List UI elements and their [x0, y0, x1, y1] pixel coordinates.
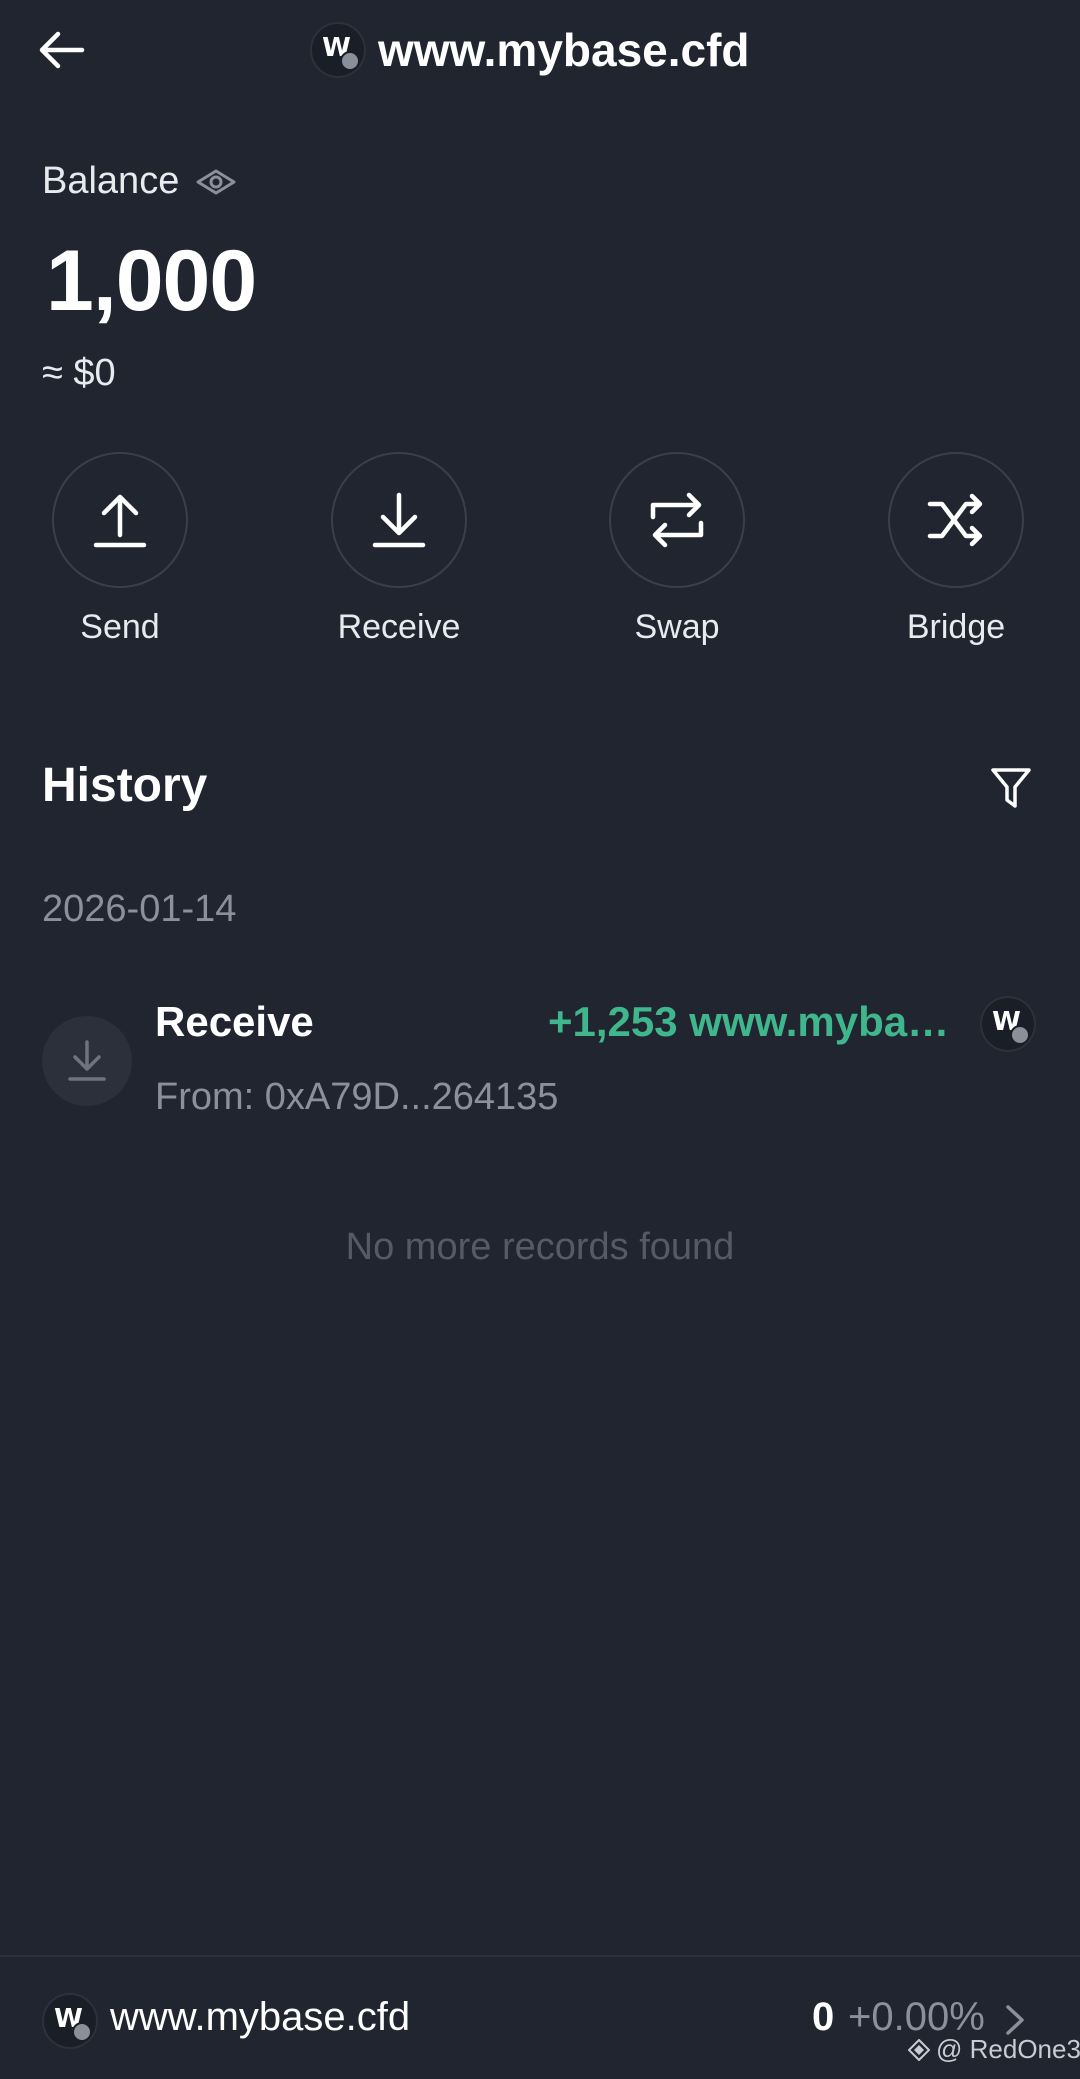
- send-button[interactable]: Send: [20, 450, 220, 647]
- transaction-type-icon: [42, 1016, 132, 1106]
- eye-icon[interactable]: [195, 167, 237, 197]
- send-button-circle[interactable]: [52, 452, 188, 588]
- transaction-row[interactable]: Receive +1,253 www.mybase.cfd W From: 0x…: [0, 990, 1080, 1130]
- watermark: @ RedOne3: [908, 2034, 1080, 2065]
- download-arrow-icon: [68, 1040, 106, 1081]
- bridge-button[interactable]: Bridge: [856, 450, 1056, 647]
- receive-button-circle[interactable]: [331, 452, 467, 588]
- download-arrow-icon: [372, 492, 426, 548]
- token-logo-badge: [340, 51, 360, 71]
- action-buttons: Send Receive Swap Bridge: [0, 450, 1080, 650]
- footer-token-logo: W: [42, 1993, 98, 2049]
- balance-amount: 1,000: [46, 233, 257, 329]
- receive-label: Receive: [337, 608, 461, 646]
- back-button[interactable]: [38, 28, 86, 72]
- bridge-label: Bridge: [906, 608, 1006, 646]
- filter-icon: [991, 768, 1031, 808]
- header-title-group: W www.mybase.cfd: [310, 20, 750, 80]
- arrow-left-icon: [39, 31, 85, 69]
- swap-button[interactable]: Swap: [577, 450, 777, 647]
- receive-button[interactable]: Receive: [299, 450, 499, 647]
- end-of-list-text: No more records found: [345, 1226, 735, 1268]
- transaction-token-logo: W: [980, 996, 1036, 1052]
- transaction-amount: +1,253 www.mybase.cfd: [548, 998, 958, 1045]
- shuffle-icon: [927, 493, 983, 547]
- balance-label-row: Balance: [42, 160, 237, 203]
- token-logo: W: [310, 22, 366, 78]
- balance-fiat-value: ≈ $0: [42, 352, 116, 394]
- chevron-right-icon: [1006, 2005, 1024, 2035]
- balance-label: Balance: [42, 160, 180, 202]
- page-title: www.mybase.cfd: [378, 24, 750, 76]
- send-label: Send: [80, 608, 160, 646]
- bridge-button-circle[interactable]: [888, 452, 1024, 588]
- history-title: History: [42, 759, 208, 812]
- footer-token-name: www.mybase.cfd: [110, 1995, 411, 2039]
- upload-arrow-icon: [93, 494, 147, 548]
- history-date: 2026-01-14: [42, 888, 237, 930]
- swap-button-circle[interactable]: [609, 452, 745, 588]
- transaction-type: Receive: [155, 998, 314, 1045]
- swap-arrows-icon: [650, 492, 704, 548]
- footer-token-balance: 0: [812, 1995, 835, 2039]
- watermark-text: @ RedOne3: [936, 2034, 1080, 2064]
- transaction-from-address: From: 0xA79D...264135: [155, 1076, 559, 1118]
- top-bar: W www.mybase.cfd: [0, 0, 1080, 100]
- token-logo-badge: [1010, 1025, 1030, 1045]
- swap-label: Swap: [634, 608, 720, 646]
- watermark-logo-icon: [908, 2038, 930, 2061]
- filter-button[interactable]: [990, 766, 1032, 810]
- token-logo-badge: [72, 2022, 92, 2042]
